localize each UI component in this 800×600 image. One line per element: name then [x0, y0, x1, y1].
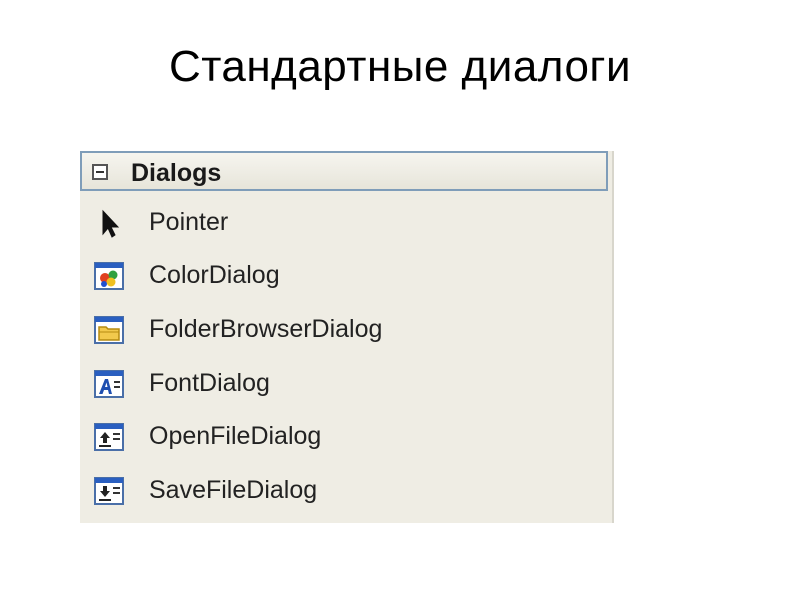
toolbox-panel: Dialogs Pointer ColorDialog FolderBrowse…: [80, 151, 614, 523]
toolbox-item-openfiledialog[interactable]: OpenFileDialog: [80, 413, 608, 461]
save-file-dialog-icon: [93, 475, 125, 507]
font-dialog-icon: [93, 368, 125, 400]
toolbox-item-label: Pointer: [149, 208, 229, 236]
toolbox-item-label: FontDialog: [149, 369, 270, 397]
toolbox-item-fontdialog[interactable]: FontDialog: [80, 360, 608, 408]
toolbox-item-savefiledialog[interactable]: SaveFileDialog: [80, 467, 608, 515]
open-file-dialog-icon: [93, 421, 125, 453]
color-dialog-icon: [93, 260, 125, 292]
toolbox-item-label: ColorDialog: [149, 261, 280, 289]
toolbox-item-label: SaveFileDialog: [149, 476, 318, 504]
folder-browser-dialog-icon: [93, 314, 125, 346]
group-title: Dialogs: [131, 159, 222, 187]
toolbox-item-pointer[interactable]: Pointer: [80, 199, 608, 247]
toolbox-group-dialogs[interactable]: Dialogs: [80, 151, 608, 191]
toolbox-item-label: FolderBrowserDialog: [149, 315, 383, 343]
toolbox-item-folderbrowserdialog[interactable]: FolderBrowserDialog: [80, 306, 608, 354]
collapse-minus-icon[interactable]: [92, 164, 108, 180]
pointer-icon: [93, 207, 125, 239]
toolbox-item-label: OpenFileDialog: [149, 422, 322, 450]
toolbox-item-colordialog[interactable]: ColorDialog: [80, 252, 608, 300]
slide-title: Стандартные диалоги: [168, 42, 632, 91]
